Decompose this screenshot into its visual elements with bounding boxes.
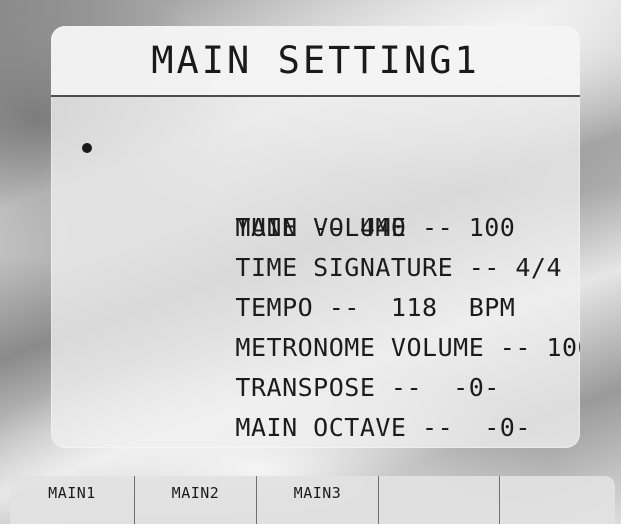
tab-main3[interactable]: MAIN3 <box>257 476 379 524</box>
menu-item-label: MAIN OCTAVE -- -0- <box>235 413 531 442</box>
tab-blank-5[interactable] <box>500 476 615 524</box>
tab-label: MAIN1 <box>48 484 96 502</box>
menu-item-main-volume[interactable]: MAIN VOLUME -- 100 <box>51 128 580 242</box>
menu-item-tune[interactable]: TUNE -- 440 <box>51 168 580 242</box>
settings-menu: MAIN VOLUME -- 100 TUNE -- 440 TIME SIGN… <box>51 128 580 442</box>
menu-item-tempo[interactable]: TEMPO -- 118 BPM <box>51 248 580 322</box>
menu-item-transpose[interactable]: TRANSPOSE -- -0- <box>51 328 580 402</box>
title-bar: MAIN SETTING1 <box>51 26 580 97</box>
menu-item-main-octave[interactable]: MAIN OCTAVE -- -0- <box>51 368 580 442</box>
selection-dot-icon <box>82 143 92 153</box>
tab-blank-4[interactable] <box>379 476 500 524</box>
tab-label: MAIN2 <box>171 484 220 502</box>
function-tab-bar: MAIN1 MAIN2 MAIN3 <box>10 476 615 524</box>
tab-label: MAIN3 <box>293 484 342 502</box>
display-screen: MAIN SETTING1 MAIN VOLUME -- 100 TUNE --… <box>0 0 621 524</box>
menu-item-time-signature[interactable]: TIME SIGNATURE -- 4/4 <box>51 208 580 282</box>
settings-panel: MAIN SETTING1 MAIN VOLUME -- 100 TUNE --… <box>51 26 580 448</box>
tab-main2[interactable]: MAIN2 <box>135 476 257 524</box>
menu-item-metronome-volume[interactable]: METRONOME VOLUME -- 100 <box>51 288 580 362</box>
page-title: MAIN SETTING1 <box>151 39 480 82</box>
tab-main1[interactable]: MAIN1 <box>10 476 135 524</box>
